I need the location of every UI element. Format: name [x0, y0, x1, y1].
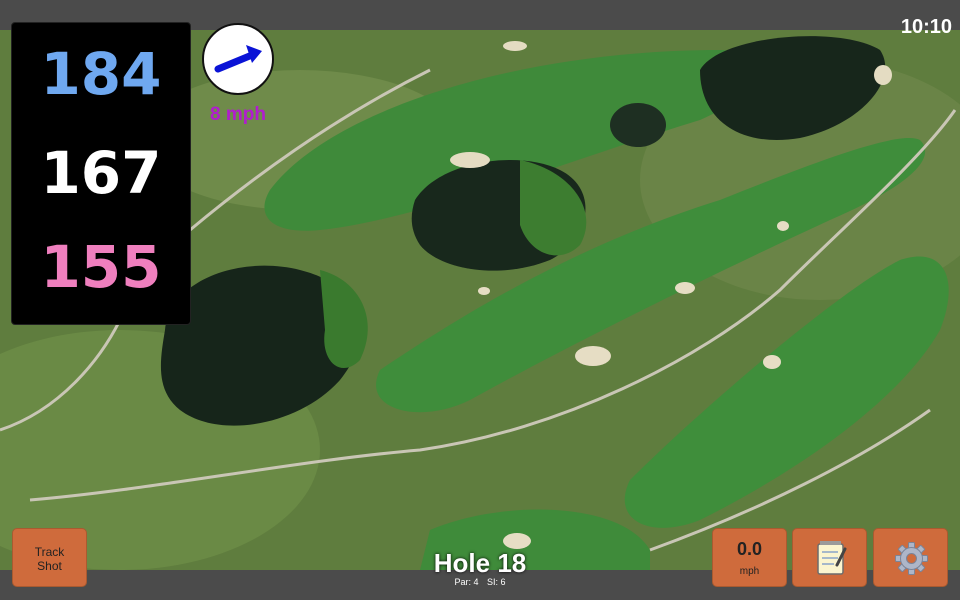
speed-value: 0.0 — [736, 539, 763, 559]
wind-speed: 8 mph — [210, 104, 266, 125]
wind-direction-arrow-icon — [214, 45, 262, 73]
settings-button[interactable] — [873, 528, 948, 587]
notes-button[interactable] — [792, 528, 867, 587]
front-distance: 155 — [40, 233, 162, 301]
hole-title: Hole 18 — [433, 548, 527, 578]
track-shot-button[interactable]: Track Shot — [12, 528, 87, 587]
clock: 10:10 — [900, 16, 952, 38]
speed-unit: mph — [739, 566, 760, 577]
middle-distance: 167 — [40, 139, 162, 207]
distance-panel: 184 167 155 — [11, 22, 191, 325]
hole-info: Par: 4 SI: 6 — [380, 577, 580, 587]
gear-icon — [895, 542, 928, 575]
hole-par: Par: 4 — [454, 577, 479, 587]
track-shot-label: Track Shot — [34, 545, 65, 573]
hole-stroke-index: SI: 6 — [487, 577, 506, 587]
wind-indicator — [202, 23, 274, 95]
notepad-icon — [817, 541, 847, 575]
speed-button[interactable]: 0.0 mph — [712, 528, 787, 587]
back-distance: 184 — [40, 40, 162, 108]
